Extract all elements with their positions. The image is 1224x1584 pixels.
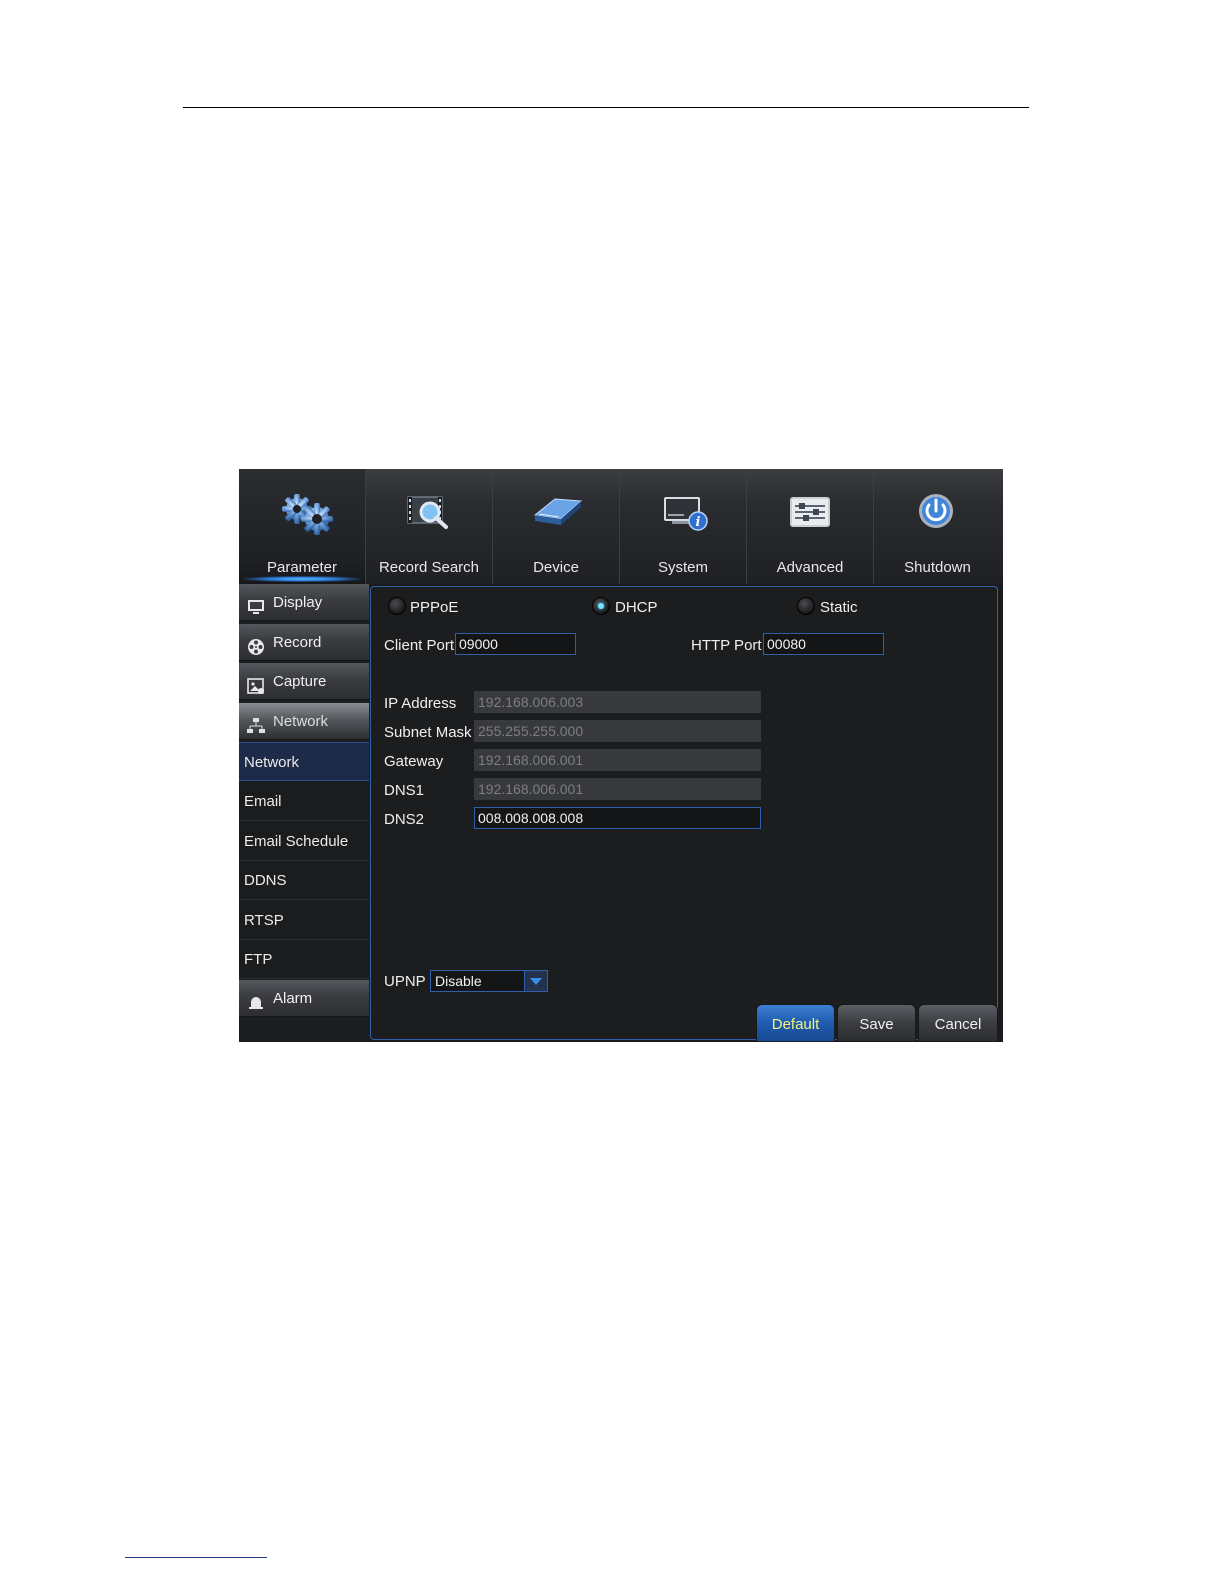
- sidebar-subitem-ftp[interactable]: FTP: [239, 940, 369, 979]
- image-capture-icon: [247, 672, 265, 694]
- http-port-label: HTTP Port: [691, 637, 762, 654]
- page-header-rule: [183, 107, 1029, 108]
- sidebar-item-label: Record: [273, 634, 322, 651]
- radio-dhcp-label: DHCP: [615, 599, 658, 616]
- upnp-label: UPNP: [384, 973, 426, 990]
- dns1-label: DNS1: [384, 782, 425, 799]
- sidebar-item-label: Capture: [273, 673, 327, 690]
- sidebar-subitem-label: Network: [244, 754, 300, 771]
- sidebar-subitem-label: DDNS: [244, 872, 287, 889]
- sidebar-item-label: Display: [273, 594, 323, 611]
- sliders-icon: [785, 491, 837, 537]
- gateway-label: Gateway: [384, 753, 444, 770]
- tab-shutdown[interactable]: Shutdown: [874, 469, 1001, 584]
- sidebar-item-label: Alarm: [273, 990, 313, 1007]
- tab-parameter[interactable]: Parameter: [239, 469, 366, 584]
- sidebar-subitem-network[interactable]: Network: [239, 742, 369, 781]
- film-reel-icon: [247, 633, 265, 655]
- tab-label: Record Search: [378, 559, 480, 576]
- sidebar-item-alarm[interactable]: Alarm: [239, 980, 369, 1017]
- chevron-down-icon[interactable]: [524, 971, 547, 991]
- http-port-input[interactable]: [763, 633, 884, 655]
- svg-text:i: i: [696, 515, 701, 530]
- upnp-selected-value: Disable: [435, 973, 482, 989]
- tab-advanced[interactable]: Advanced: [747, 469, 874, 584]
- sidebar-subitem-label: Email: [244, 793, 282, 810]
- hard-drive-icon: [531, 491, 583, 537]
- upnp-select[interactable]: Disable: [430, 970, 548, 992]
- tab-label: Advanced: [776, 559, 844, 576]
- sidebar-subitem-ddns[interactable]: DDNS: [239, 861, 369, 900]
- dvr-settings-window: Parameter Record Search Device i System …: [239, 469, 1003, 1042]
- sidebar-item-capture[interactable]: Capture: [239, 663, 369, 700]
- tab-label: Shutdown: [904, 559, 971, 576]
- sidebar-subitem-email-schedule[interactable]: Email Schedule: [239, 822, 369, 861]
- subnet-mask-field: [474, 720, 761, 742]
- gateway-field: [474, 749, 761, 771]
- network-icon: [247, 712, 265, 733]
- footnote-rule: [125, 1557, 267, 1558]
- dns2-input[interactable]: [474, 807, 761, 829]
- sidebar-subitem-label: RTSP: [244, 912, 284, 929]
- subnet-mask-label: Subnet Mask: [384, 724, 472, 741]
- radio-pppoe[interactable]: [388, 597, 406, 615]
- dns1-field: [474, 778, 761, 800]
- sidebar-subitem-rtsp[interactable]: RTSP: [239, 901, 369, 940]
- ip-address-field: [474, 691, 761, 713]
- film-search-icon: [404, 491, 456, 537]
- client-port-input[interactable]: [455, 633, 576, 655]
- gears-icon: [277, 491, 333, 537]
- power-icon: [912, 491, 964, 537]
- default-button[interactable]: Default: [756, 1004, 835, 1042]
- tab-record-search[interactable]: Record Search: [366, 469, 493, 584]
- sidebar-item-record[interactable]: Record: [239, 624, 369, 661]
- tab-label: Parameter: [266, 559, 338, 576]
- sidebar-item-display[interactable]: Display: [239, 584, 369, 621]
- alarm-bell-icon: [247, 989, 265, 1009]
- sidebar: Display Record Capture Network Network E…: [239, 584, 370, 1042]
- sidebar-item-label: Network: [273, 713, 329, 730]
- monitor-icon: [247, 593, 265, 614]
- sidebar-subitem-email[interactable]: Email: [239, 782, 369, 821]
- sidebar-subitem-label: Email Schedule: [244, 833, 349, 850]
- main-menu-bar: Parameter Record Search Device i System …: [239, 469, 1003, 584]
- radio-static-label: Static: [820, 599, 858, 616]
- sidebar-item-network[interactable]: Network: [239, 703, 369, 740]
- tab-label: System: [657, 559, 708, 576]
- monitor-info-icon: i: [658, 491, 710, 537]
- tab-label: Device: [533, 559, 579, 576]
- radio-static[interactable]: [797, 597, 815, 615]
- client-port-label: Client Port: [384, 637, 455, 654]
- radio-pppoe-label: PPPoE: [410, 599, 459, 616]
- tab-device[interactable]: Device: [493, 469, 620, 584]
- radio-dhcp[interactable]: [592, 597, 610, 615]
- ip-address-label: IP Address: [384, 695, 457, 712]
- tab-system[interactable]: i System: [620, 469, 747, 584]
- sidebar-subitem-label: FTP: [244, 951, 273, 968]
- cancel-button[interactable]: Cancel: [918, 1004, 998, 1042]
- dns2-label: DNS2: [384, 811, 425, 828]
- save-button[interactable]: Save: [837, 1004, 916, 1042]
